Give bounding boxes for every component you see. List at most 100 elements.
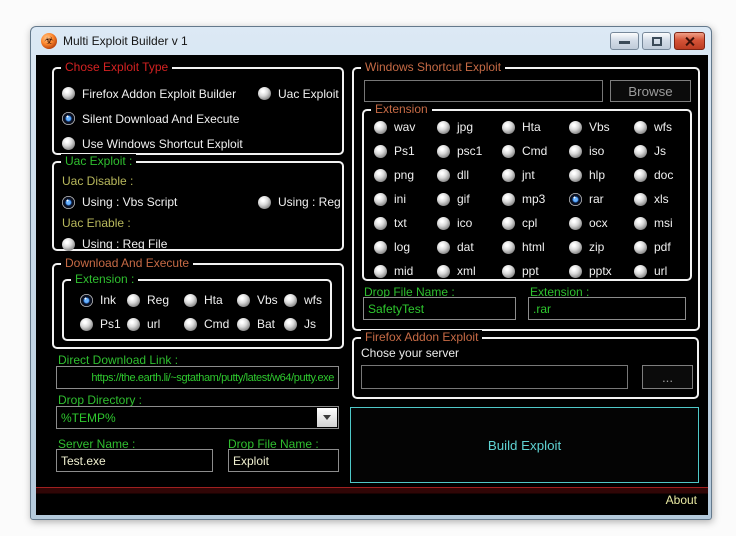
radio-icon[interactable]	[258, 87, 271, 100]
radio-option-use-windows-shortcut-exploit[interactable]: Use Windows Shortcut Exploit	[62, 131, 342, 156]
radio-option-pptx[interactable]: pptx	[569, 259, 634, 283]
radio-icon[interactable]	[62, 87, 75, 100]
radio-option-html[interactable]: html	[502, 235, 569, 259]
radio-icon[interactable]	[502, 168, 515, 182]
build-exploit-button[interactable]: Build Exploit	[350, 407, 699, 483]
radio-option-mp3[interactable]: mp3	[502, 187, 569, 211]
radio-option-js[interactable]: Js	[634, 139, 690, 163]
radio-icon[interactable]	[634, 216, 647, 230]
radio-selected-icon[interactable]	[62, 195, 75, 209]
radio-option-ps1[interactable]: Ps1	[374, 139, 437, 163]
radio-option-bat[interactable]: Bat	[237, 312, 284, 336]
radio-option-wfs[interactable]: wfs	[634, 115, 690, 139]
radio-icon[interactable]	[80, 317, 93, 331]
radio-icon[interactable]	[437, 144, 450, 158]
radio-option-vbs[interactable]: Vbs	[569, 115, 634, 139]
dropdown-button[interactable]	[317, 408, 337, 427]
wse-extension-input[interactable]: .rar	[528, 297, 686, 320]
radio-option-rar[interactable]: rar	[569, 187, 634, 211]
radio-icon[interactable]	[62, 237, 75, 251]
radio-option-hlp[interactable]: hlp	[569, 163, 634, 187]
radio-icon[interactable]	[634, 240, 647, 254]
radio-icon[interactable]	[284, 317, 297, 331]
radio-option-cmd[interactable]: Cmd	[502, 139, 569, 163]
radio-selected-icon[interactable]	[80, 293, 93, 307]
radio-option-wav[interactable]: wav	[374, 115, 437, 139]
radio-option-ocx[interactable]: ocx	[569, 211, 634, 235]
radio-icon[interactable]	[569, 120, 582, 134]
radio-icon[interactable]	[184, 317, 197, 331]
radio-option-using-reg-file[interactable]: Using : Reg File	[62, 232, 258, 256]
radio-option-mid[interactable]: mid	[374, 259, 437, 283]
radio-option-reg[interactable]: Reg	[127, 288, 184, 312]
direct-download-link-input[interactable]: https://the.earth.li/~sgtatham/putty/lat…	[56, 366, 339, 389]
shortcut-target-input[interactable]	[364, 80, 603, 102]
radio-option-psc1[interactable]: psc1	[437, 139, 502, 163]
firefox-server-input[interactable]	[361, 365, 628, 389]
firefox-server-browse-button[interactable]: ...	[642, 365, 693, 389]
radio-option-url[interactable]: url	[127, 312, 184, 336]
radio-icon[interactable]	[237, 317, 250, 331]
radio-icon[interactable]	[502, 120, 515, 134]
radio-option-png[interactable]: png	[374, 163, 437, 187]
radio-option-cpl[interactable]: cpl	[502, 211, 569, 235]
radio-option-txt[interactable]: txt	[374, 211, 437, 235]
radio-icon[interactable]	[237, 293, 250, 307]
radio-option-iso[interactable]: iso	[569, 139, 634, 163]
radio-option-msi[interactable]: msi	[634, 211, 690, 235]
radio-option-ink[interactable]: Ink	[80, 288, 127, 312]
radio-icon[interactable]	[437, 192, 450, 206]
radio-option-using-reg[interactable]: Using : Reg	[258, 190, 342, 214]
browse-button[interactable]: Browse	[610, 80, 691, 102]
radio-option-gif[interactable]: gif	[437, 187, 502, 211]
drop-directory-dropdown[interactable]: %TEMP%	[56, 406, 339, 429]
radio-option-zip[interactable]: zip	[569, 235, 634, 259]
radio-icon[interactable]	[569, 264, 582, 278]
close-button[interactable]	[674, 32, 705, 50]
radio-icon[interactable]	[569, 144, 582, 158]
radio-icon[interactable]	[437, 240, 450, 254]
radio-icon[interactable]	[258, 195, 271, 209]
radio-icon[interactable]	[437, 264, 450, 278]
radio-icon[interactable]	[374, 120, 387, 134]
radio-icon[interactable]	[374, 216, 387, 230]
radio-icon[interactable]	[374, 168, 387, 182]
radio-option-ppt[interactable]: ppt	[502, 259, 569, 283]
radio-icon[interactable]	[127, 293, 140, 307]
radio-icon[interactable]	[374, 240, 387, 254]
radio-option-ini[interactable]: ini	[374, 187, 437, 211]
title-bar[interactable]: ☣ Multi Exploit Builder v 1	[31, 27, 711, 55]
radio-option-firefox-addon-exploit-builder[interactable]: Firefox Addon Exploit Builder	[62, 81, 258, 106]
minimize-button[interactable]	[610, 32, 639, 50]
server-name-input[interactable]: Test.exe	[56, 449, 213, 472]
radio-icon[interactable]	[502, 144, 515, 158]
about-link[interactable]: About	[666, 493, 697, 507]
radio-option-doc[interactable]: doc	[634, 163, 690, 187]
radio-option-hta[interactable]: Hta	[502, 115, 569, 139]
radio-option-cmd[interactable]: Cmd	[184, 312, 237, 336]
radio-icon[interactable]	[634, 264, 647, 278]
radio-icon[interactable]	[569, 168, 582, 182]
radio-option-log[interactable]: log	[374, 235, 437, 259]
radio-option-jpg[interactable]: jpg	[437, 115, 502, 139]
radio-icon[interactable]	[502, 216, 515, 230]
radio-option-uac-exploit[interactable]: Uac Exploit	[258, 81, 342, 106]
radio-option-ico[interactable]: ico	[437, 211, 502, 235]
radio-option-ps1[interactable]: Ps1	[80, 312, 127, 336]
radio-icon[interactable]	[569, 240, 582, 254]
maximize-button[interactable]	[642, 32, 671, 50]
radio-icon[interactable]	[634, 144, 647, 158]
radio-icon[interactable]	[502, 264, 515, 278]
radio-icon[interactable]	[374, 264, 387, 278]
wse-drop-file-name-input[interactable]: SafetyTest	[363, 297, 516, 320]
radio-option-hta[interactable]: Hta	[184, 288, 237, 312]
drop-file-name-input[interactable]: Exploit	[228, 449, 339, 472]
radio-icon[interactable]	[634, 192, 647, 206]
radio-icon[interactable]	[184, 293, 197, 307]
radio-option-url[interactable]: url	[634, 259, 690, 283]
radio-option-jnt[interactable]: jnt	[502, 163, 569, 187]
radio-option-using-vbs-script[interactable]: Using : Vbs Script	[62, 190, 258, 214]
radio-option-dll[interactable]: dll	[437, 163, 502, 187]
radio-option-xml[interactable]: xml	[437, 259, 502, 283]
radio-icon[interactable]	[569, 216, 582, 230]
